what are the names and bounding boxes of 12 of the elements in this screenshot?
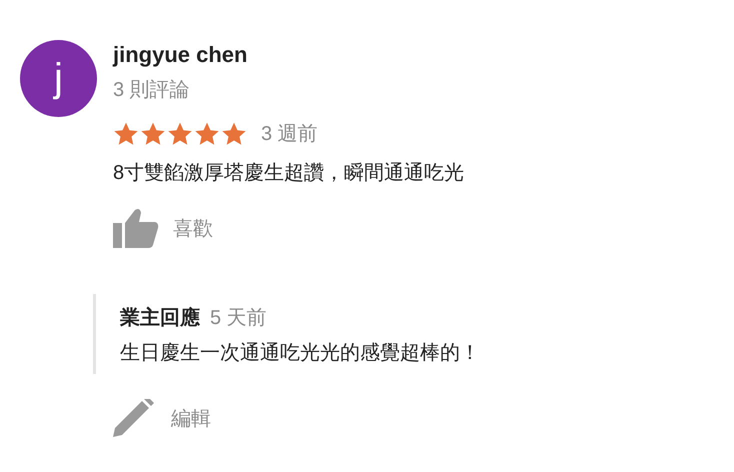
reply-text: 生日慶生一次通通吃光光的感覺超棒的！: [120, 341, 480, 366]
review-text: 8寸雙餡激厚塔慶生超讚，瞬間通通吃光: [113, 161, 464, 186]
owner-reply-label: 業主回應: [120, 306, 200, 331]
edit-button[interactable]: 編輯: [171, 404, 211, 432]
like-button[interactable]: 喜歡: [173, 214, 213, 242]
thumbs-up-icon[interactable]: [113, 208, 159, 248]
review-count: 3 則評論: [113, 78, 190, 103]
avatar: j: [20, 40, 97, 117]
pencil-icon[interactable]: [113, 399, 155, 437]
author-name[interactable]: jingyue chen: [113, 42, 248, 68]
review-time: 3 週前: [261, 122, 318, 147]
reply-time: 5 天前: [210, 306, 267, 331]
